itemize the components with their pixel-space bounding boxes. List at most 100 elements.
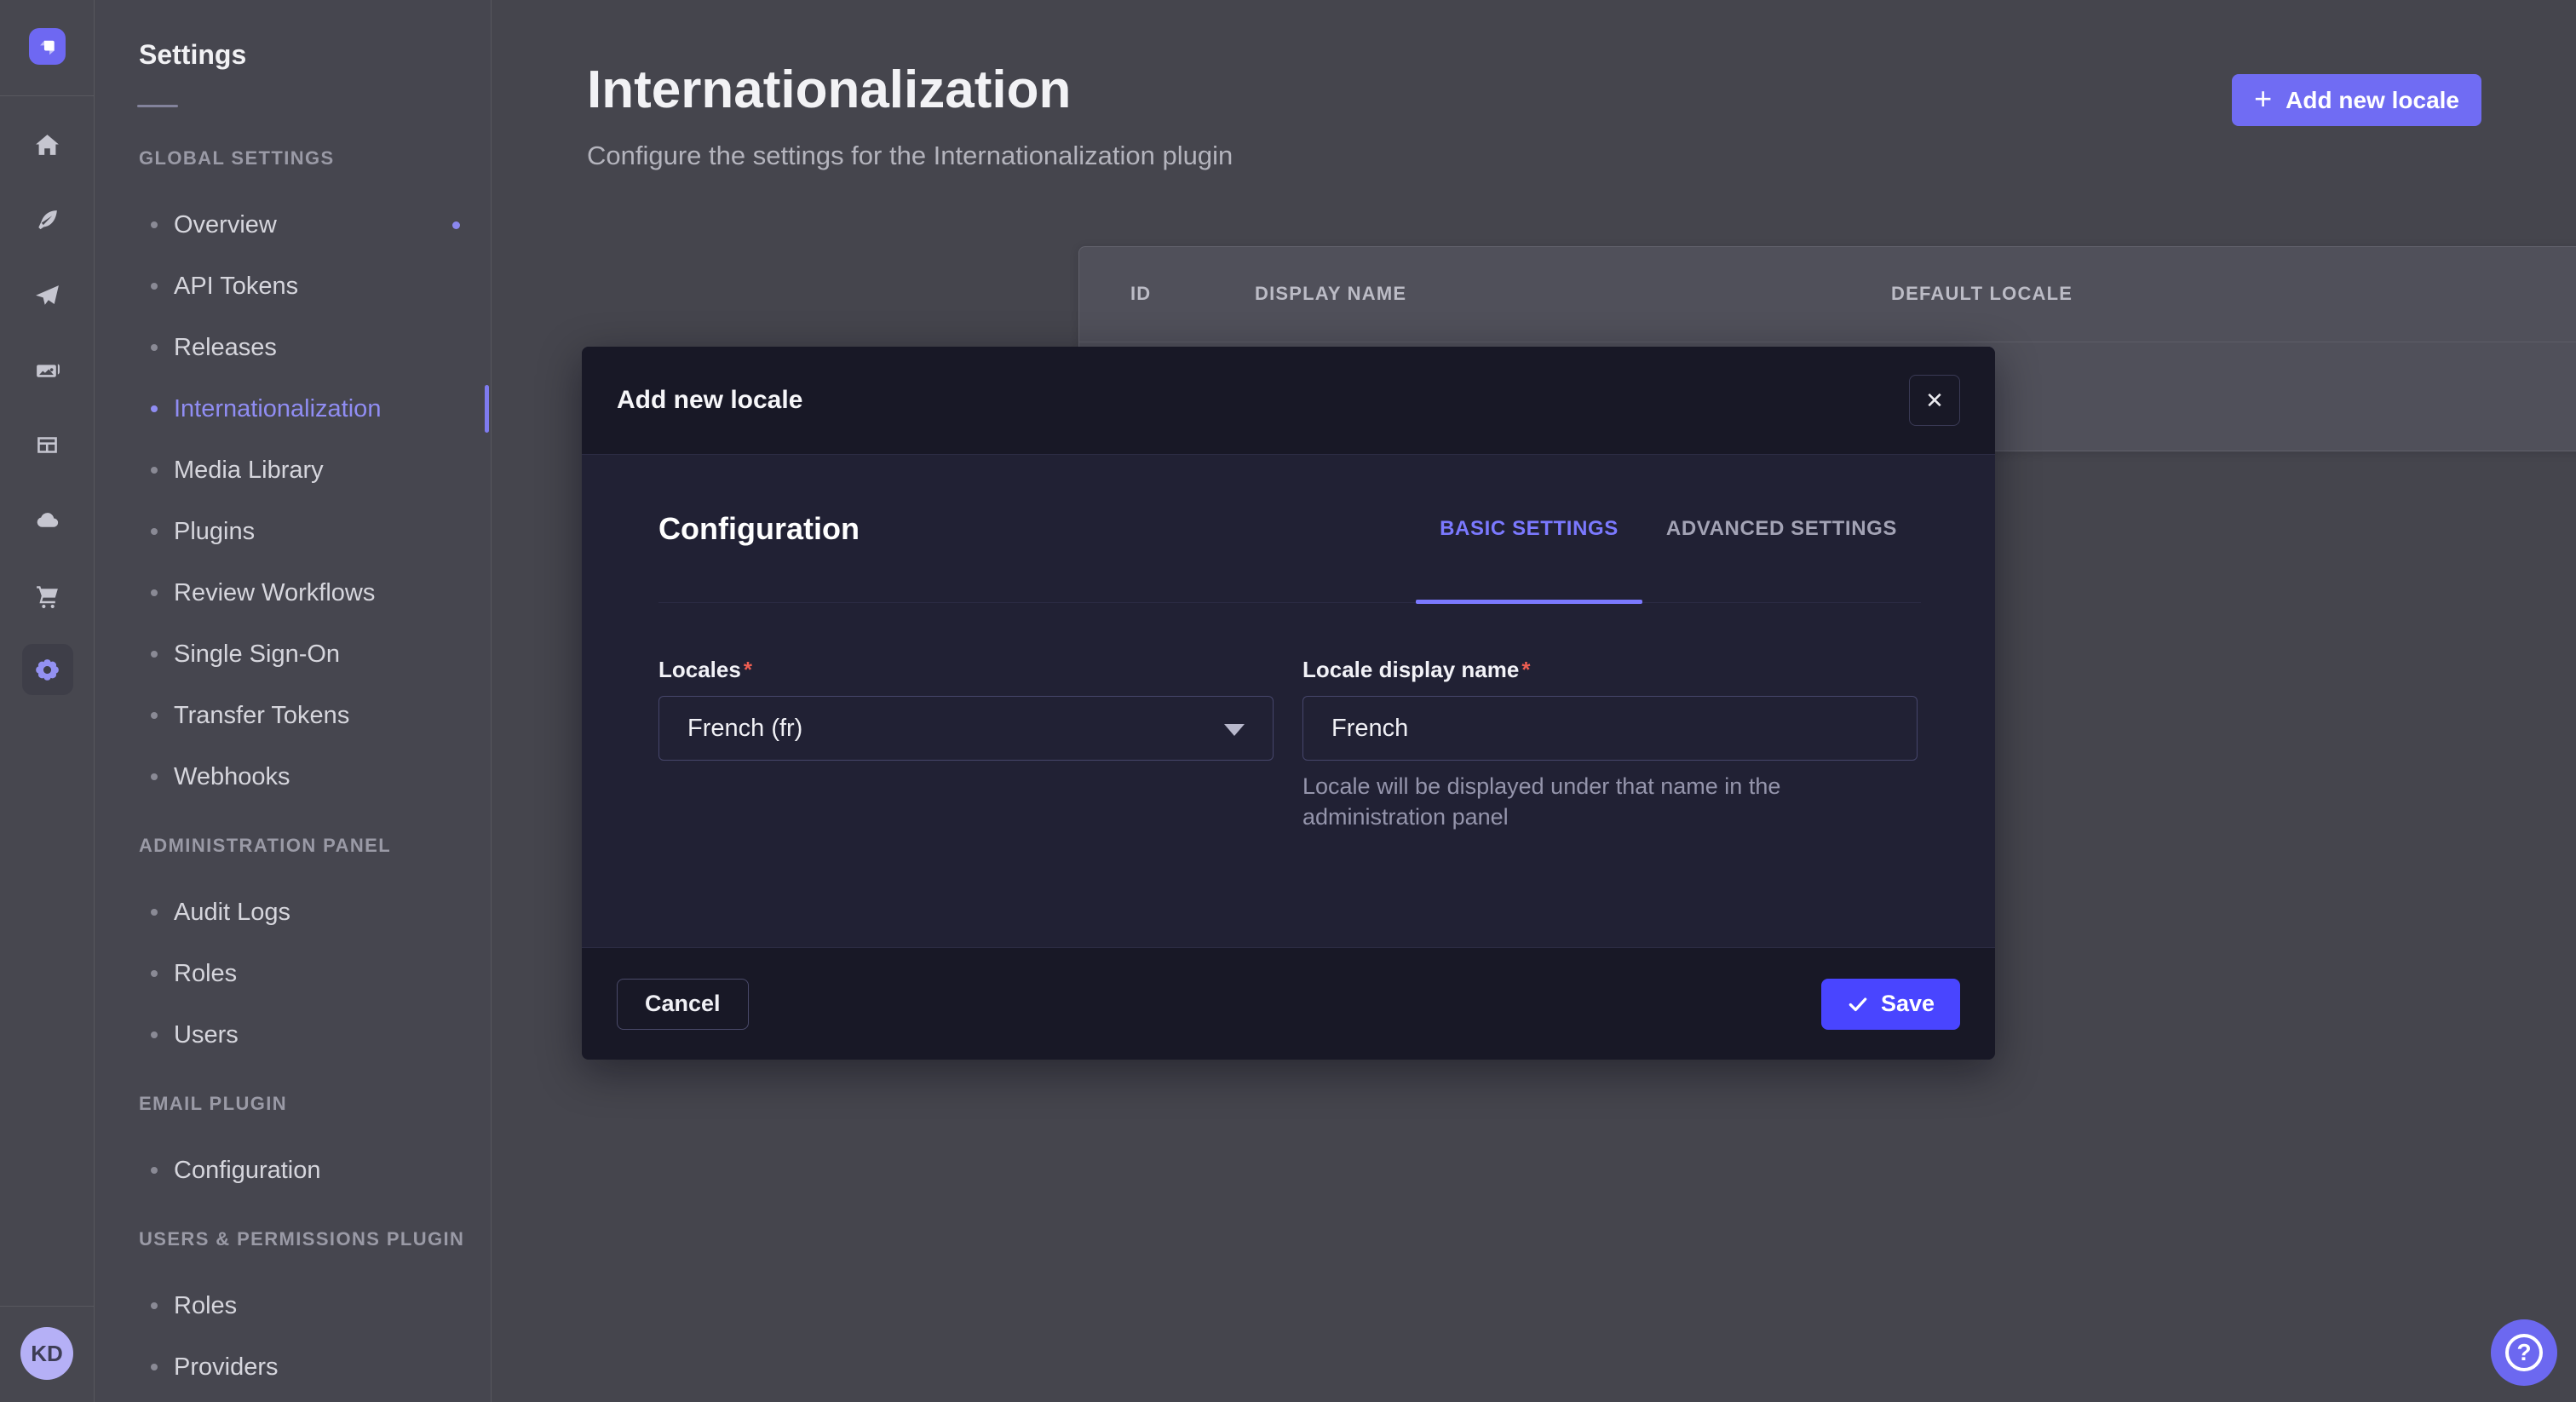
sidebar-item-label: API Tokens (174, 273, 298, 301)
question-mark-icon: ? (2505, 1334, 2543, 1371)
user-avatar[interactable]: KD (20, 1327, 73, 1380)
bullet-icon (151, 1167, 158, 1174)
bullet-icon (151, 467, 158, 474)
settings-sidebar: Settings GLOBAL SETTINGS Overview API Toke… (95, 0, 492, 1402)
bullet-icon (151, 1364, 158, 1370)
display-name-field: Locale display name* Locale will be disp… (1302, 652, 1918, 832)
modal-footer: Cancel Save (582, 947, 1995, 1060)
close-icon[interactable]: ✕ (1909, 375, 1960, 426)
column-header-id: ID (1130, 283, 1151, 305)
sidebar-item-label: Media Library (174, 457, 324, 485)
sidebar-item-label: Overview (174, 211, 277, 239)
page-header: Internationalization Configure the setti… (492, 0, 2576, 171)
cloud-icon[interactable] (0, 482, 95, 557)
modal-body: Configuration BASIC SETTINGSADVANCED SET… (582, 455, 1995, 947)
configuration-title: Configuration (658, 511, 860, 547)
sidebar-item-label: Releases (174, 334, 277, 362)
settings-tabs: BASIC SETTINGSADVANCED SETTINGS (1416, 455, 1921, 602)
sidebar-groups: GLOBAL SETTINGS Overview API Tokens Release… (95, 147, 491, 1398)
bullet-icon (151, 1302, 158, 1309)
notification-dot (452, 221, 460, 229)
sidebar-item-audit-logs[interactable]: Audit Logs (95, 882, 491, 943)
bullet-icon (151, 909, 158, 916)
required-asterisk: * (1521, 657, 1530, 682)
bullet-icon (151, 221, 158, 228)
modal-title: Add new locale (617, 386, 802, 415)
locales-table-header: IDDISPLAY NAMEDEFAULT LOCALE (1079, 247, 2576, 342)
plus-icon: + (2254, 83, 2272, 114)
settings-gear-button (22, 644, 73, 695)
modal-header: Add new locale ✕ (582, 347, 1995, 455)
sidebar-item-providers[interactable]: Providers (95, 1336, 491, 1398)
sidebar-item-label: Review Workflows (174, 579, 375, 607)
sidebar-item-overview[interactable]: Overview (95, 194, 491, 256)
sidebar-group-label: EMAIL PLUGIN (139, 1092, 491, 1116)
locales-select[interactable]: French (fr) (658, 696, 1274, 761)
strapi-logo-icon (37, 36, 59, 58)
sidebar-item-releases[interactable]: Releases (95, 317, 491, 378)
sidebar-item-media-library[interactable]: Media Library (95, 440, 491, 501)
modal-fields: Locales* French (fr) Locale display name… (658, 652, 1921, 832)
add-new-locale-button[interactable]: + Add new locale (2232, 74, 2481, 126)
bullet-icon (151, 405, 158, 412)
bullet-icon (151, 773, 158, 780)
display-name-hint: Locale will be displayed under that name… (1302, 771, 1890, 832)
rail-divider-bottom (0, 1306, 95, 1307)
sidebar-item-label: Internationalization (174, 395, 381, 423)
column-header-display-name: DISPLAY NAME (1255, 283, 1406, 305)
marketplace-cart-icon[interactable] (0, 557, 95, 632)
sidebar-item-transfer-tokens[interactable]: Transfer Tokens (95, 685, 491, 746)
sidebar-group-label: USERS & PERMISSIONS PLUGIN (139, 1227, 491, 1251)
tab-basic-settings[interactable]: BASIC SETTINGS (1416, 455, 1642, 602)
sidebar-item-label: Plugins (174, 518, 255, 546)
required-asterisk: * (744, 657, 752, 682)
sidebar-item-review-workflows[interactable]: Review Workflows (95, 562, 491, 623)
sidebar-item-label: Webhooks (174, 763, 290, 791)
check-icon (1847, 993, 1869, 1015)
releases-plane-icon[interactable] (0, 257, 95, 332)
chevron-down-icon (1224, 724, 1245, 736)
page-subtitle: Configure the settings for the Internati… (587, 141, 2481, 171)
sidebar-group: ADMINISTRATION PANEL Audit Logs Roles Users (95, 834, 491, 1066)
sidebar-item-api-tokens[interactable]: API Tokens (95, 256, 491, 317)
sidebar-group: GLOBAL SETTINGS Overview API Tokens Release… (95, 147, 491, 807)
tab-advanced-settings[interactable]: ADVANCED SETTINGS (1642, 455, 1921, 602)
sidebar-item-label: Audit Logs (174, 899, 290, 927)
bullet-icon (151, 344, 158, 351)
sidebar-item-single-sign-on[interactable]: Single Sign-On (95, 623, 491, 685)
strapi-logo[interactable] (29, 28, 66, 65)
sidebar-group: USERS & PERMISSIONS PLUGIN Roles Providers (95, 1227, 491, 1398)
sidebar-item-roles[interactable]: Roles (95, 1275, 491, 1336)
sidebar-item-label: Roles (174, 1292, 237, 1320)
content-manager-feather-icon[interactable] (0, 182, 95, 257)
bullet-icon (151, 1031, 158, 1038)
rail-divider (0, 95, 95, 96)
save-button[interactable]: Save (1821, 979, 1960, 1030)
display-name-input[interactable] (1302, 696, 1918, 761)
sidebar-item-label: Roles (174, 960, 237, 988)
media-library-images-icon[interactable] (0, 332, 95, 407)
sidebar-item-plugins[interactable]: Plugins (95, 501, 491, 562)
sidebar-item-webhooks[interactable]: Webhooks (95, 746, 491, 807)
sidebar-group-label: ADMINISTRATION PANEL (139, 834, 491, 858)
sidebar-item-roles[interactable]: Roles (95, 943, 491, 1004)
bullet-icon (151, 589, 158, 596)
bullet-icon (151, 528, 158, 535)
bullet-icon (151, 712, 158, 719)
sidebar-title: Settings (139, 39, 491, 71)
sidebar-item-internationalization[interactable]: Internationalization (95, 378, 491, 440)
layout-panel-icon[interactable] (0, 407, 95, 482)
configuration-row: Configuration BASIC SETTINGSADVANCED SET… (658, 455, 1921, 603)
help-button[interactable]: ? (2491, 1319, 2557, 1386)
sidebar-item-label: Transfer Tokens (174, 702, 349, 730)
settings-gear-icon[interactable] (0, 632, 95, 707)
cancel-button[interactable]: Cancel (617, 979, 749, 1030)
locales-field: Locales* French (fr) (658, 652, 1274, 832)
sidebar-item-configuration[interactable]: Configuration (95, 1140, 491, 1201)
nav-rail: KD (0, 0, 95, 1402)
sidebar-group-label: GLOBAL SETTINGS (139, 147, 491, 170)
add-locale-modal: Add new locale ✕ Configuration BASIC SET… (582, 347, 1995, 1060)
sidebar-item-users[interactable]: Users (95, 1004, 491, 1066)
sidebar-title-divider (137, 105, 178, 107)
home-icon[interactable] (0, 107, 95, 182)
